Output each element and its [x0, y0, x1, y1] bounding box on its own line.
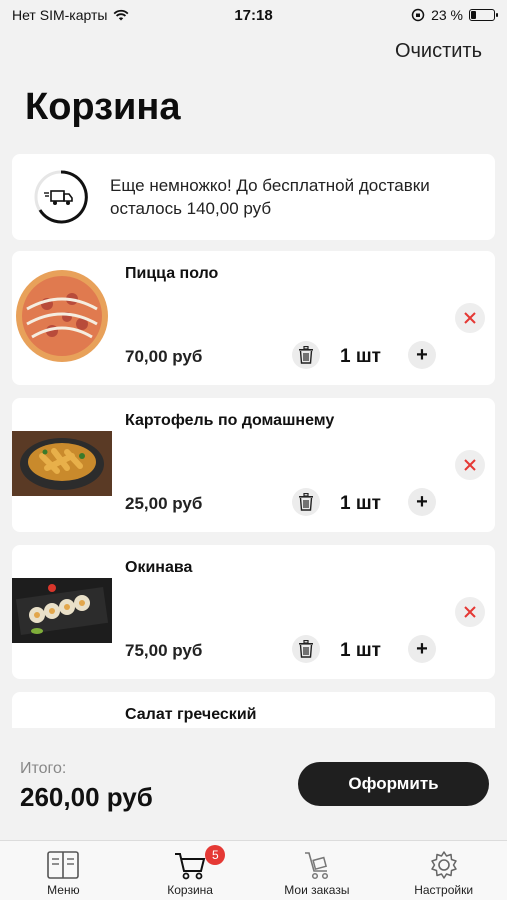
remove-item-button[interactable] — [455, 597, 485, 627]
decrease-button[interactable] — [292, 488, 320, 516]
orders-cart-icon — [304, 852, 328, 880]
cart-icon — [175, 853, 206, 880]
remove-item-button[interactable] — [455, 303, 485, 333]
tab-label: Меню — [47, 883, 80, 897]
plus-icon: + — [416, 343, 428, 366]
free-delivery-line2: осталось 140,00 руб — [110, 199, 272, 218]
tab-label: Мои заказы — [284, 883, 350, 897]
wifi-icon — [114, 9, 129, 21]
decrease-button[interactable] — [292, 635, 320, 663]
item-price: 25,00 руб — [125, 494, 203, 513]
cart-item: Салат греческий — [12, 692, 495, 728]
free-delivery-text: Еще немножко! До бесплатной доставки ост… — [110, 174, 430, 220]
cart-badge: 5 — [205, 845, 226, 865]
plus-icon: + — [416, 490, 428, 513]
trash-icon — [299, 640, 313, 658]
item-price: 70,00 руб — [125, 347, 203, 366]
item-price: 75,00 руб — [125, 641, 203, 660]
gear-icon — [430, 851, 457, 879]
orientation-lock-icon — [411, 8, 425, 22]
cart-item: Картофель по домашнему 25,00 руб 1 шт + — [12, 398, 495, 532]
status-right: 23 % — [411, 7, 498, 23]
free-delivery-line1: Еще немножко! До бесплатной доставки — [110, 176, 430, 195]
item-quantity: 1 шт — [340, 493, 381, 514]
item-image-potatoes — [12, 416, 112, 511]
status-left: Нет SIM-карты — [12, 7, 129, 23]
free-delivery-card: Еще немножко! До бесплатной доставки ост… — [12, 154, 495, 240]
increase-button[interactable]: + — [408, 488, 436, 516]
battery-icon — [469, 9, 498, 21]
tab-label: Настройки — [414, 883, 474, 897]
item-image-salad — [12, 710, 112, 728]
menu-book-icon — [47, 851, 80, 879]
decrease-button[interactable] — [292, 341, 320, 369]
status-bar: Нет SIM-карты 17:18 23 % — [0, 0, 507, 30]
trash-icon — [299, 493, 313, 511]
item-image-sushi — [12, 563, 112, 658]
tab-orders[interactable]: Мои заказы — [254, 841, 381, 900]
total-label: Итого: — [20, 760, 67, 777]
remove-item-button[interactable] — [455, 450, 485, 480]
increase-button[interactable]: + — [408, 635, 436, 663]
battery-text: 23 % — [431, 7, 463, 23]
tab-menu[interactable]: Меню — [0, 841, 127, 900]
tab-bar: Меню 5 Корзина Мои заказы Настройки — [0, 840, 507, 900]
item-name: Салат греческий — [125, 706, 257, 723]
item-image-pizza — [12, 269, 112, 364]
total-value: 260,00 руб — [20, 782, 153, 812]
close-icon — [464, 606, 476, 618]
item-quantity: 1 шт — [340, 346, 381, 367]
plus-icon: + — [416, 637, 428, 660]
carrier-text: Нет SIM-карты — [12, 7, 108, 23]
checkout-button[interactable]: Оформить — [298, 762, 489, 806]
clear-button[interactable]: Очистить — [395, 40, 482, 63]
tab-settings[interactable]: Настройки — [380, 841, 507, 900]
cart-item: Пицца поло 70,00 руб 1 шт + — [12, 251, 495, 385]
item-name: Окинава — [125, 559, 193, 576]
item-name: Картофель по домашнему — [125, 412, 335, 429]
close-icon — [464, 459, 476, 471]
tab-label: Корзина — [167, 883, 213, 897]
cart-list[interactable]: Еще немножко! До бесплатной доставки ост… — [12, 154, 495, 728]
total-bar: Итого: 260,00 руб Оформить — [0, 730, 507, 840]
item-quantity: 1 шт — [340, 640, 381, 661]
increase-button[interactable]: + — [408, 341, 436, 369]
page-title: Корзина — [25, 86, 181, 128]
tab-cart[interactable]: 5 Корзина — [127, 841, 254, 900]
cart-item: Окинава 75,00 руб 1 шт + — [12, 545, 495, 679]
delivery-progress-icon — [34, 170, 88, 224]
close-icon — [464, 312, 476, 324]
item-name: Пицца поло — [125, 265, 219, 282]
trash-icon — [299, 346, 313, 364]
